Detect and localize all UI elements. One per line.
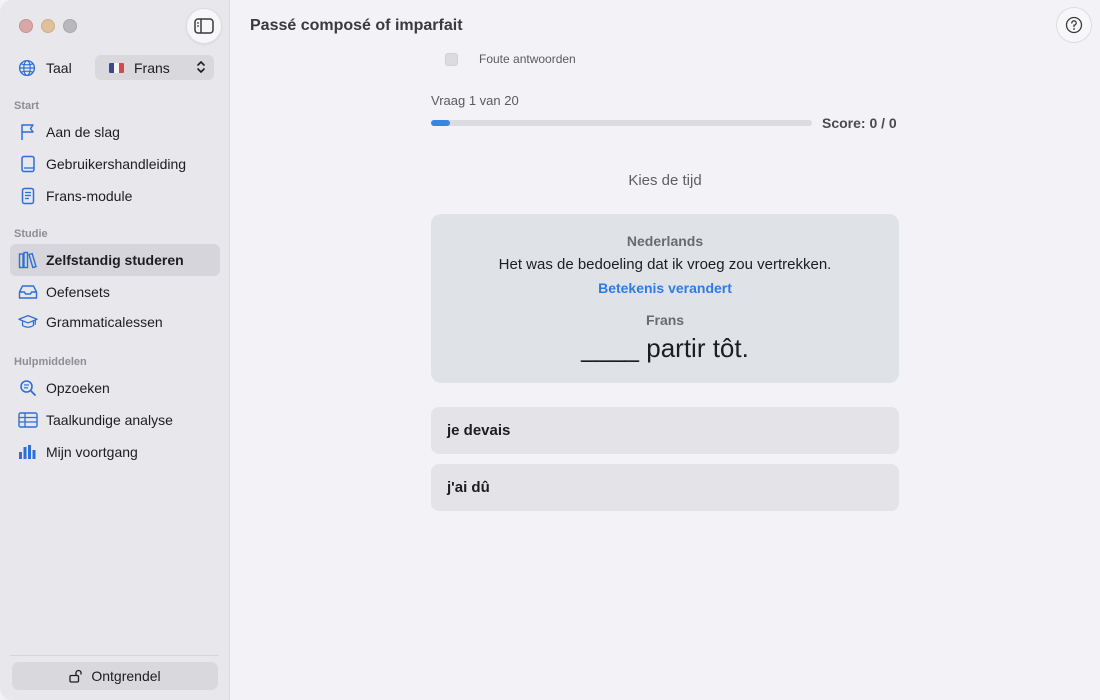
sidebar-item-label: Grammaticalessen (46, 314, 163, 330)
language-label: Taal (46, 60, 72, 76)
magnifier-icon (18, 378, 38, 398)
sidebar-item-label: Zelfstandig studeren (46, 252, 184, 268)
main-content: Passé composé of imparfait Foute antwoor… (231, 0, 1100, 700)
sidebar: Taal Frans Start Aan de slag Gebruikersh… (0, 0, 230, 700)
flag-icon (18, 122, 38, 142)
france-flag-icon (109, 62, 124, 73)
sidebar-item-zelfstandig-studeren[interactable]: Zelfstandig studeren (10, 244, 220, 276)
sidebar-item-label: Aan de slag (46, 124, 120, 140)
sidebar-item-opzoeken[interactable]: Opzoeken (10, 372, 220, 404)
sidebar-item-label: Gebruikershandleiding (46, 156, 187, 172)
help-button[interactable] (1056, 7, 1092, 43)
answer-option-label: j'ai dû (447, 479, 490, 496)
app-window: Taal Frans Start Aan de slag Gebruikersh… (0, 0, 1100, 700)
wrong-answers-checkbox[interactable] (445, 52, 458, 66)
sidebar-item-aan-de-slag[interactable]: Aan de slag (10, 116, 220, 148)
sidebar-item-label: Taalkundige analyse (46, 412, 173, 428)
section-title-tools: Hulpmiddelen (14, 356, 87, 368)
book-icon (18, 154, 38, 174)
progress-bar (431, 120, 812, 126)
unlock-label: Ontgrendel (91, 668, 161, 684)
unlock-icon (69, 669, 83, 683)
unlock-button[interactable]: Ontgrendel (12, 662, 218, 690)
section-title-study: Studie (14, 228, 48, 240)
tray-icon (18, 282, 38, 302)
sidebar-item-gebruikershandleiding[interactable]: Gebruikershandleiding (10, 148, 220, 180)
progress-bar-fill (431, 120, 451, 126)
zoom-window-button[interactable] (63, 19, 77, 33)
section-title-start: Start (14, 100, 40, 112)
wrong-answers-label: Foute antwoorden (479, 52, 576, 66)
minimize-window-button[interactable] (41, 19, 55, 33)
source-sentence: Het was de bedoeling dat ik vroeg zou ve… (498, 256, 832, 273)
sidebar-item-label: Oefensets (46, 284, 110, 300)
question-card: Nederlands Het was de bedoeling dat ik v… (431, 214, 899, 383)
chevron-updown-icon (197, 61, 205, 73)
target-language-label: Frans (645, 312, 685, 328)
graduation-cap-icon (18, 312, 38, 332)
sidebar-item-oefensets[interactable]: Oefensets (10, 276, 220, 308)
meaning-note: Betekenis verandert (598, 280, 732, 296)
language-select-value: Frans (134, 59, 170, 76)
sidebar-toggle-icon (194, 18, 214, 34)
answer-option-2[interactable]: j'ai dû (431, 464, 899, 511)
sidebar-item-label: Frans-module (46, 188, 133, 204)
score-label: Score: 0 / 0 (822, 115, 897, 131)
sidebar-item-frans-module[interactable]: Frans-module (10, 180, 220, 212)
close-window-button[interactable] (19, 19, 33, 33)
sidebar-item-label: Opzoeken (46, 380, 110, 396)
wrong-answers-option[interactable]: Foute antwoorden (445, 52, 576, 66)
books-icon (18, 250, 38, 270)
table-icon (18, 410, 38, 430)
question-prompt: Kies de tijd (628, 172, 702, 189)
answer-option-1[interactable]: je devais (431, 407, 899, 454)
question-counter: Vraag 1 van 20 (431, 93, 519, 108)
answer-option-label: je devais (447, 422, 511, 439)
language-row: Taal Frans (18, 55, 214, 80)
document-icon (18, 186, 38, 206)
target-sentence: ____ partir tôt. (581, 333, 749, 363)
sidebar-item-grammaticalessen[interactable]: Grammaticalessen (10, 306, 220, 338)
bar-chart-icon (18, 442, 38, 462)
sidebar-toggle-button[interactable] (186, 8, 222, 44)
sidebar-item-label: Mijn voortgang (46, 444, 138, 460)
source-language-label: Nederlands (626, 233, 704, 249)
sidebar-item-mijn-voortgang[interactable]: Mijn voortgang (10, 436, 220, 468)
language-select[interactable]: Frans (95, 55, 214, 80)
sidebar-divider (10, 655, 219, 656)
page-title: Passé composé of imparfait (250, 17, 463, 34)
sidebar-item-taalkundige-analyse[interactable]: Taalkundige analyse (10, 404, 220, 436)
globe-icon (18, 59, 36, 77)
window-controls (19, 19, 77, 33)
question-mark-icon (1065, 16, 1083, 34)
